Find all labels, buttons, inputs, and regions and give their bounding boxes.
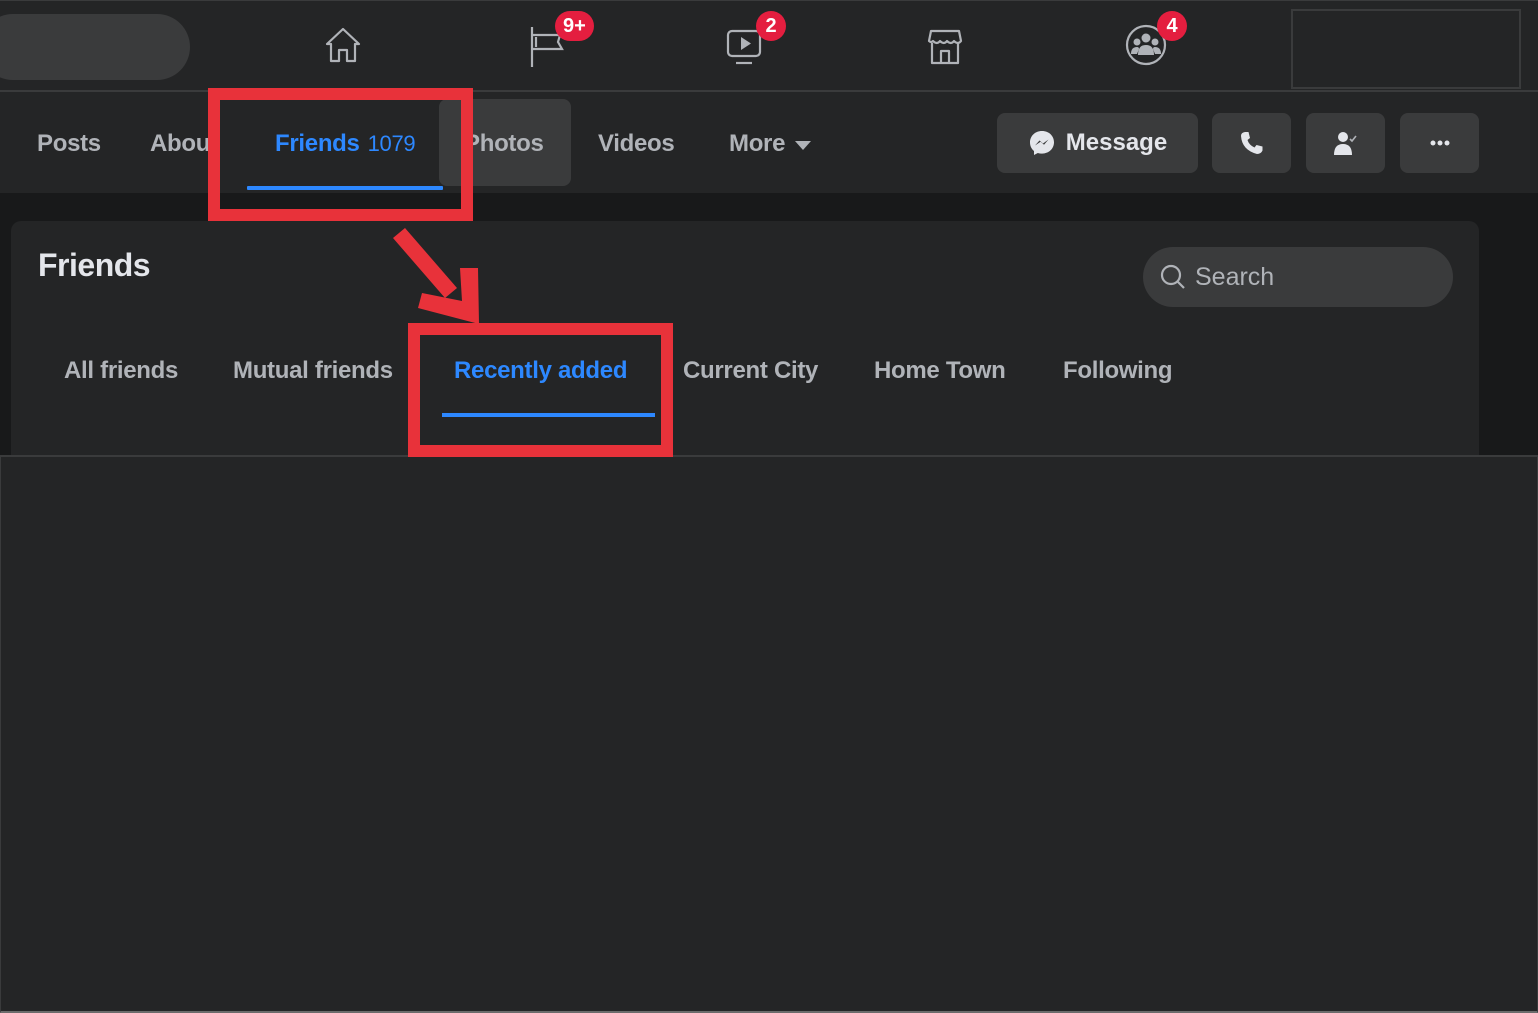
nav-marketplace[interactable] [921,21,969,69]
friends-card: Friends All friends Mutual friends Recen… [11,221,1479,461]
redacted-area [1291,9,1521,89]
facebook-search-pill[interactable] [0,14,190,80]
tab-photos-label: Photos [464,129,544,157]
friends-section-title: Friends [38,247,151,283]
more-dots-icon [1430,140,1449,146]
friends-check-icon [1333,132,1357,155]
call-button[interactable] [1212,113,1291,173]
marketplace-icon [927,29,963,65]
friends-tab-home-town[interactable]: Home Town [874,325,1006,417]
friends-tab-label: Home Town [874,357,1006,384]
friends-status-button[interactable] [1306,113,1385,173]
annotation-highlight-recently-added [408,323,673,457]
friends-tab-current-city[interactable]: Current City [683,325,818,417]
groups-badge: 4 [1157,11,1187,41]
friends-search-field[interactable] [1143,247,1453,307]
caret-down-icon [795,140,812,150]
tab-more[interactable]: More [729,94,812,193]
message-button-label: Message [1065,129,1168,156]
home-icon [325,27,361,63]
phone-icon [1240,132,1262,154]
content-panel [0,455,1538,1013]
friends-tab-following[interactable]: Following [1063,325,1173,417]
friends-tab-all[interactable]: All friends [64,325,178,417]
message-button[interactable]: Message [997,113,1198,173]
top-navigation-bar: 9+ 2 4 [0,0,1538,92]
tab-posts-label: Posts [37,129,101,157]
annotation-arrow-icon [393,228,479,324]
tab-photos[interactable]: Photos [464,94,544,193]
friends-tab-mutual[interactable]: Mutual friends [233,325,393,417]
pages-badge: 9+ [555,11,594,41]
friends-tab-label: Following [1063,357,1173,384]
more-options-button[interactable] [1400,113,1479,173]
friends-search-input[interactable] [1195,262,1435,292]
search-icon [1160,264,1185,289]
annotation-highlight-friends-tab [208,88,473,221]
tab-posts[interactable]: Posts [37,94,101,193]
nav-home[interactable] [319,21,367,69]
friends-tab-label: Mutual friends [233,357,393,384]
tab-more-label: More [729,129,786,157]
friends-tab-label: All friends [64,357,179,384]
tab-videos-label: Videos [598,129,675,157]
messenger-icon [1029,131,1054,155]
watch-badge: 2 [756,11,786,41]
tab-videos[interactable]: Videos [598,94,675,193]
friends-tab-label: Current City [683,357,819,384]
